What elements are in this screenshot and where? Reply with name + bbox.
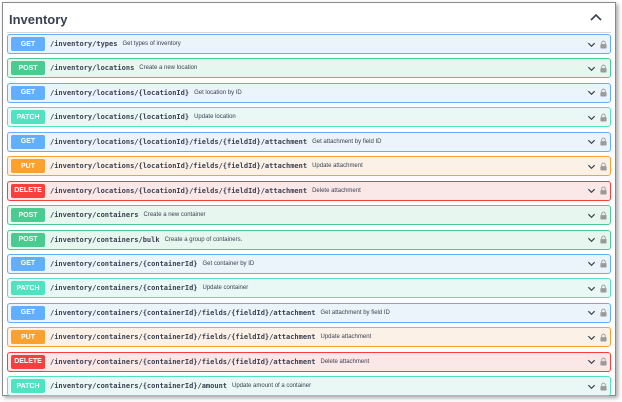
operation-row[interactable]: GET/inventory/locations/{locationId} Get … (7, 82, 611, 103)
operation-path: /inventory/containers/bulk (50, 235, 160, 244)
lock-icon[interactable] (600, 284, 607, 293)
operation-summary: Update attachment (320, 334, 372, 341)
operations-list: GET/inventory/types Get types of inventor… (7, 34, 611, 401)
chevron-down-icon[interactable] (587, 64, 596, 73)
chevron-down-icon[interactable] (587, 333, 596, 342)
lock-icon[interactable] (600, 357, 607, 366)
operation-row[interactable]: PUT/inventory/locations/{locationId}/fie… (7, 156, 611, 177)
chevron-up-icon[interactable] (589, 11, 603, 25)
operation-row[interactable]: PATCH/inventory/containers/{containerId}… (7, 278, 611, 299)
lock-icon[interactable] (600, 113, 607, 122)
operation-row[interactable]: PATCH/inventory/containers/{containerId}… (7, 376, 611, 397)
operation-row[interactable]: DELETE/inventory/containers/{containerId… (7, 351, 611, 372)
method-badge: PATCH (11, 379, 45, 394)
operation-path: /inventory/locations/{locationId}/fields… (50, 186, 308, 195)
method-badge: PUT (11, 159, 45, 174)
operation-summary: Get container by ID (202, 260, 255, 267)
chevron-down-icon[interactable] (587, 357, 596, 366)
lock-icon[interactable] (600, 162, 607, 171)
divider (7, 32, 611, 33)
section-header[interactable]: Inventory (3, 3, 615, 33)
operation-row[interactable]: GET/inventory/locations/{locationId}/fie… (7, 131, 611, 152)
operation-summary: Get location by ID (194, 89, 242, 96)
api-section-panel: Inventory GET/inventory/types Get types o… (2, 2, 616, 397)
operation-row[interactable]: GET/inventory/containers/{containerId} Ge… (7, 253, 611, 274)
section-title: Inventory (9, 12, 68, 27)
chevron-down-icon[interactable] (587, 211, 596, 220)
lock-icon[interactable] (600, 259, 607, 268)
operation-summary: Create a group of containers. (164, 236, 243, 243)
operation-summary: Get types of inventory (122, 41, 181, 47)
operation-summary: Get attachment by field ID (312, 138, 382, 145)
chevron-down-icon[interactable] (587, 235, 596, 244)
method-badge: GET (11, 256, 45, 271)
operation-path: /inventory/types (50, 40, 118, 48)
chevron-down-icon[interactable] (587, 382, 596, 391)
lock-icon[interactable] (600, 235, 607, 244)
method-badge: PATCH (11, 110, 45, 125)
lock-icon[interactable] (600, 186, 607, 195)
operation-summary: Update attachment (312, 163, 363, 170)
method-badge: DELETE (11, 183, 45, 198)
method-badge: GET (11, 134, 45, 149)
operation-summary: Update amount of a container (232, 383, 312, 390)
chevron-down-icon[interactable] (587, 186, 596, 195)
method-badge: PATCH (11, 281, 45, 296)
lock-icon[interactable] (600, 40, 607, 49)
lock-icon[interactable] (600, 211, 607, 220)
lock-icon[interactable] (600, 137, 607, 146)
chevron-down-icon[interactable] (587, 40, 596, 49)
operation-row[interactable]: POST/inventory/containers Create a new co… (7, 205, 611, 226)
operation-path: /inventory/containers/{containerId}/fiel… (50, 357, 316, 366)
operation-path: /inventory/locations/{locationId}/fields… (50, 162, 308, 171)
operation-path: /inventory/locations/{locationId}/fields… (50, 137, 308, 146)
operation-summary: Create a new location (139, 65, 198, 72)
lock-icon[interactable] (600, 88, 607, 97)
operation-summary: Delete attachment (320, 358, 370, 365)
lock-icon[interactable] (600, 308, 607, 317)
chevron-down-icon[interactable] (587, 308, 596, 317)
operation-path: /inventory/locations (50, 64, 135, 73)
operation-path: /inventory/containers/{containerId} (50, 284, 198, 293)
lock-icon[interactable] (600, 382, 607, 391)
operation-summary: Update container (202, 285, 249, 292)
lock-icon[interactable] (600, 64, 607, 73)
lock-icon[interactable] (600, 333, 607, 342)
operation-summary: Get attachment by field ID (320, 309, 390, 316)
method-badge: GET (11, 85, 45, 100)
operation-summary: Delete attachment (312, 187, 361, 194)
method-badge: GET (11, 305, 45, 320)
operation-path: /inventory/locations/{locationId} (50, 88, 190, 97)
chevron-down-icon[interactable] (587, 284, 596, 293)
operation-summary: Update location (194, 114, 236, 121)
operation-row[interactable]: POST/inventory/locations Create a new loc… (7, 58, 611, 79)
operation-row[interactable]: DELETE/inventory/locations/{locationId}/… (7, 180, 611, 201)
operation-row[interactable]: GET/inventory/types Get types of inventor… (7, 34, 611, 54)
method-badge: POST (11, 61, 45, 76)
chevron-down-icon[interactable] (587, 137, 596, 146)
method-badge: POST (11, 232, 45, 247)
chevron-down-icon[interactable] (587, 113, 596, 122)
operation-summary: Create a new container (143, 212, 206, 219)
operation-path: /inventory/containers/{containerId}/fiel… (50, 333, 316, 342)
method-badge: POST (11, 208, 45, 223)
chevron-down-icon[interactable] (587, 259, 596, 268)
operation-row[interactable]: PUT/inventory/containers/{containerId}/f… (7, 327, 611, 348)
operation-path: /inventory/containers/{containerId}/amou… (50, 382, 228, 391)
operation-row[interactable]: GET/inventory/containers/{containerId}/f… (7, 302, 611, 323)
method-badge: PUT (11, 330, 45, 345)
method-badge: DELETE (11, 354, 45, 369)
chevron-down-icon[interactable] (587, 88, 596, 97)
method-badge: GET (11, 37, 45, 51)
operation-path: /inventory/containers/{containerId}/fiel… (50, 308, 316, 317)
operation-path: /inventory/containers (50, 211, 139, 220)
operation-row[interactable]: POST/inventory/containers/bulk Create a g… (7, 229, 611, 250)
chevron-down-icon[interactable] (587, 162, 596, 171)
operation-path: /inventory/containers/{containerId} (50, 259, 198, 268)
operation-path: /inventory/locations/{locationId} (50, 113, 190, 122)
operation-row[interactable]: PATCH/inventory/locations/{locationId} Up… (7, 107, 611, 128)
